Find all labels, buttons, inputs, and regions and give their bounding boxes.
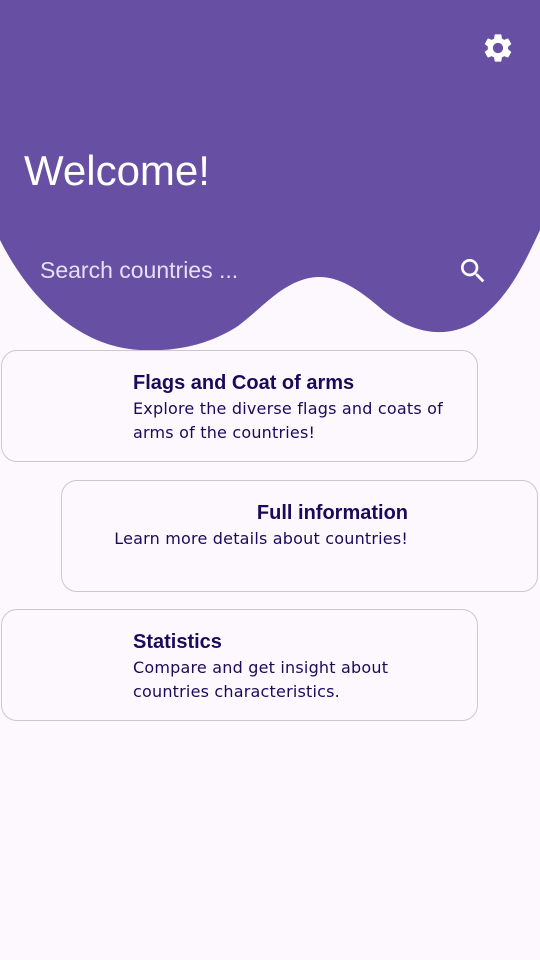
card-text: Statistics Compare and get insight about… xyxy=(133,630,469,704)
search-button[interactable] xyxy=(452,250,494,292)
card-title: Flags and Coat of arms xyxy=(133,372,355,394)
card-description: Learn more details about countries! xyxy=(114,529,408,548)
card-description: Compare and get insight about countries … xyxy=(133,658,389,701)
gear-icon xyxy=(484,34,512,62)
card-statistics[interactable]: Statistics Compare and get insight about… xyxy=(1,609,478,721)
card-flags[interactable]: Flags and Coat of arms Explore the diver… xyxy=(1,350,478,462)
search-input[interactable] xyxy=(26,248,436,292)
search-icon xyxy=(461,259,485,283)
page-title: Welcome! xyxy=(24,147,210,194)
card-title: Statistics xyxy=(133,631,222,653)
settings-button[interactable] xyxy=(478,28,518,68)
card-description: Explore the diverse flags and coats of a… xyxy=(133,399,443,442)
card-text: Full information Learn more details abou… xyxy=(102,501,408,551)
card-text: Flags and Coat of arms Explore the diver… xyxy=(133,371,469,445)
card-full-information[interactable]: Full information Learn more details abou… xyxy=(61,480,538,592)
card-title: Full information xyxy=(256,502,408,524)
